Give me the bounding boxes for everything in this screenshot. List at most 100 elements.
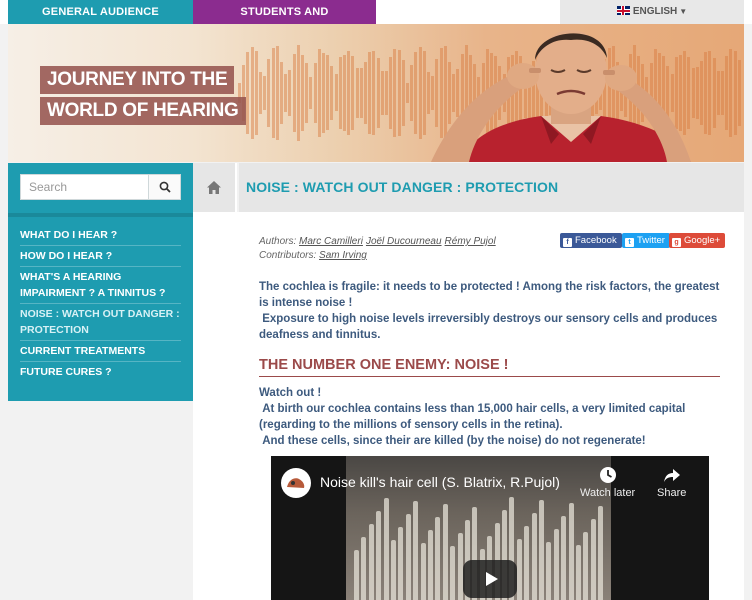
sidebar-item-noise-protection[interactable]: NOISE : WATCH OUT DANGER : PROTECTION <box>20 304 181 341</box>
sound-wave-bar <box>317 49 321 137</box>
video-title[interactable]: Noise kill's hair cell (S. Blatrix, R.Pu… <box>320 474 560 490</box>
sound-wave-bar <box>309 76 313 110</box>
hair-cell-streak <box>531 513 537 600</box>
sound-wave-bar <box>271 48 275 138</box>
hair-cell-streak <box>457 533 463 600</box>
channel-avatar[interactable] <box>281 468 311 498</box>
hair-cell-streak <box>391 540 396 600</box>
hair-cell-streak <box>376 511 382 600</box>
share-google-button[interactable]: g Google+ <box>669 233 726 248</box>
hair-cell-streak <box>590 519 596 600</box>
author-link[interactable]: Joël Ducourneau <box>366 236 442 247</box>
hair-cell-streak <box>450 546 456 600</box>
hair-cell-streak <box>442 504 448 600</box>
video-share-button[interactable]: Share <box>657 466 686 499</box>
hero-banner: JOURNEY INTO THE WORLD OF HEARING <box>8 24 744 162</box>
video-player[interactable]: Noise kill's hair cell (S. Blatrix, R.Pu… <box>271 456 709 600</box>
sound-wave-bar <box>292 54 296 132</box>
sound-wave-bar <box>313 63 317 123</box>
share-twitter-label: Twitter <box>637 235 665 246</box>
sound-wave-bar <box>288 69 292 117</box>
sound-wave-bar <box>254 50 258 136</box>
hair-cell-streak <box>405 514 411 600</box>
sidebar-item-hearing-impairment[interactable]: WHAT'S A HEARING IMPAIRMENT ? A TINNITUS… <box>20 267 181 304</box>
video-share-label: Share <box>657 487 687 499</box>
channel-logo-icon <box>287 478 305 488</box>
hair-cell-streak <box>583 532 589 600</box>
page-title-bar: NOISE : WATCH OUT DANGER : PROTECTION <box>239 163 744 212</box>
uk-flag-icon <box>616 6 630 15</box>
sidebar-item-what-do-i-hear[interactable]: WHAT DO I HEAR ? <box>20 225 181 246</box>
home-icon <box>207 181 221 194</box>
share-facebook-label: Facebook <box>575 235 617 246</box>
hair-cell-streak <box>553 529 559 600</box>
sound-wave-bar <box>259 71 262 115</box>
intro-paragraph: The cochlea is fragile: it needs to be p… <box>259 279 722 343</box>
sound-wave-bar <box>296 45 300 141</box>
sidebar-item-how-do-i-hear[interactable]: HOW DO I HEAR ? <box>20 246 181 267</box>
page-title: NOISE : WATCH OUT DANGER : PROTECTION <box>246 179 559 195</box>
sound-wave-bar <box>263 76 267 110</box>
person-covering-ears-image <box>431 30 691 162</box>
tab-students-professionals[interactable]: STUDENTS AND PROFESSIONALS <box>193 0 376 42</box>
intro-text-2: Exposure to high noise levels irreversib… <box>259 313 718 341</box>
google-plus-icon: g <box>672 238 681 247</box>
contributor-link[interactable]: Sam Irving <box>319 250 367 261</box>
search-input[interactable] <box>21 175 149 199</box>
play-button[interactable] <box>463 560 517 598</box>
sound-wave-bar <box>334 74 338 112</box>
hair-cell-streak <box>546 542 552 600</box>
share-facebook-button[interactable]: f Facebook <box>560 233 622 248</box>
search-icon <box>159 181 171 193</box>
share-twitter-button[interactable]: t Twitter <box>622 233 670 248</box>
sound-wave-bar <box>351 56 355 130</box>
author-link[interactable]: Rémy Pujol <box>445 236 496 247</box>
sidebar-item-future-cures[interactable]: FUTURE CURES ? <box>20 362 181 382</box>
sound-wave-bar <box>359 67 363 119</box>
sidebar: WHAT DO I HEAR ? HOW DO I HEAR ? WHAT'S … <box>8 163 193 401</box>
sound-wave-bar <box>380 70 384 116</box>
hair-cell-streak <box>398 527 404 600</box>
sidebar-item-current-treatments[interactable]: CURRENT TREATMENTS <box>20 341 181 362</box>
sound-wave-bar <box>305 63 309 123</box>
sound-wave-bar <box>347 51 351 135</box>
sound-wave-bar <box>364 61 367 125</box>
sound-wave-bar <box>267 59 271 127</box>
hair-cell-streak <box>428 530 433 600</box>
watch-later-label: Watch later <box>580 487 636 499</box>
banner-title[interactable]: JOURNEY INTO THE WORLD OF HEARING <box>40 66 246 128</box>
author-link[interactable]: Marc Camilleri <box>299 236 363 247</box>
hair-cell-streak <box>368 524 374 600</box>
search-button[interactable] <box>148 175 180 199</box>
banner-title-line-2: WORLD OF HEARING <box>40 97 246 125</box>
hair-cell-streak <box>568 503 574 600</box>
body-text-2: At birth our cochlea contains less than … <box>259 403 686 431</box>
sound-wave-bar <box>280 61 283 125</box>
home-button[interactable] <box>193 163 237 212</box>
tab-general-audience[interactable]: GENERAL AUDIENCE <box>8 0 193 30</box>
language-label: ENGLISH <box>632 6 678 17</box>
watch-later-button[interactable]: Watch later <box>580 466 635 499</box>
hair-cell-streak <box>354 550 359 600</box>
banner-title-line-1: JOURNEY INTO THE <box>40 66 235 94</box>
sound-wave-bar <box>338 57 342 129</box>
hair-cell-streak <box>361 537 367 600</box>
twitter-icon: t <box>625 238 634 247</box>
language-selector[interactable]: ENGLISH ▼ <box>560 0 744 24</box>
sound-wave-bar <box>385 71 388 115</box>
sound-wave-bar <box>326 55 330 131</box>
sound-wave-bar <box>322 53 325 133</box>
sound-wave-bar <box>275 45 279 141</box>
sound-wave-bar <box>284 74 288 112</box>
intro-text-1: The cochlea is fragile: it needs to be p… <box>259 281 720 309</box>
hair-cell-streak <box>413 501 419 600</box>
share-arrow-icon <box>663 469 680 482</box>
article-content: Authors: Marc Camilleri Joël Ducourneau Ré… <box>193 212 744 600</box>
sound-wave-bar <box>376 57 380 129</box>
body-paragraph: Watch out ! At birth our cochlea contain… <box>259 385 722 449</box>
sound-wave-bar <box>250 47 254 139</box>
sound-wave-bar <box>737 60 741 126</box>
sound-wave-bar <box>246 52 250 134</box>
sound-wave-bar <box>330 65 334 121</box>
sound-wave-bar <box>355 67 359 119</box>
